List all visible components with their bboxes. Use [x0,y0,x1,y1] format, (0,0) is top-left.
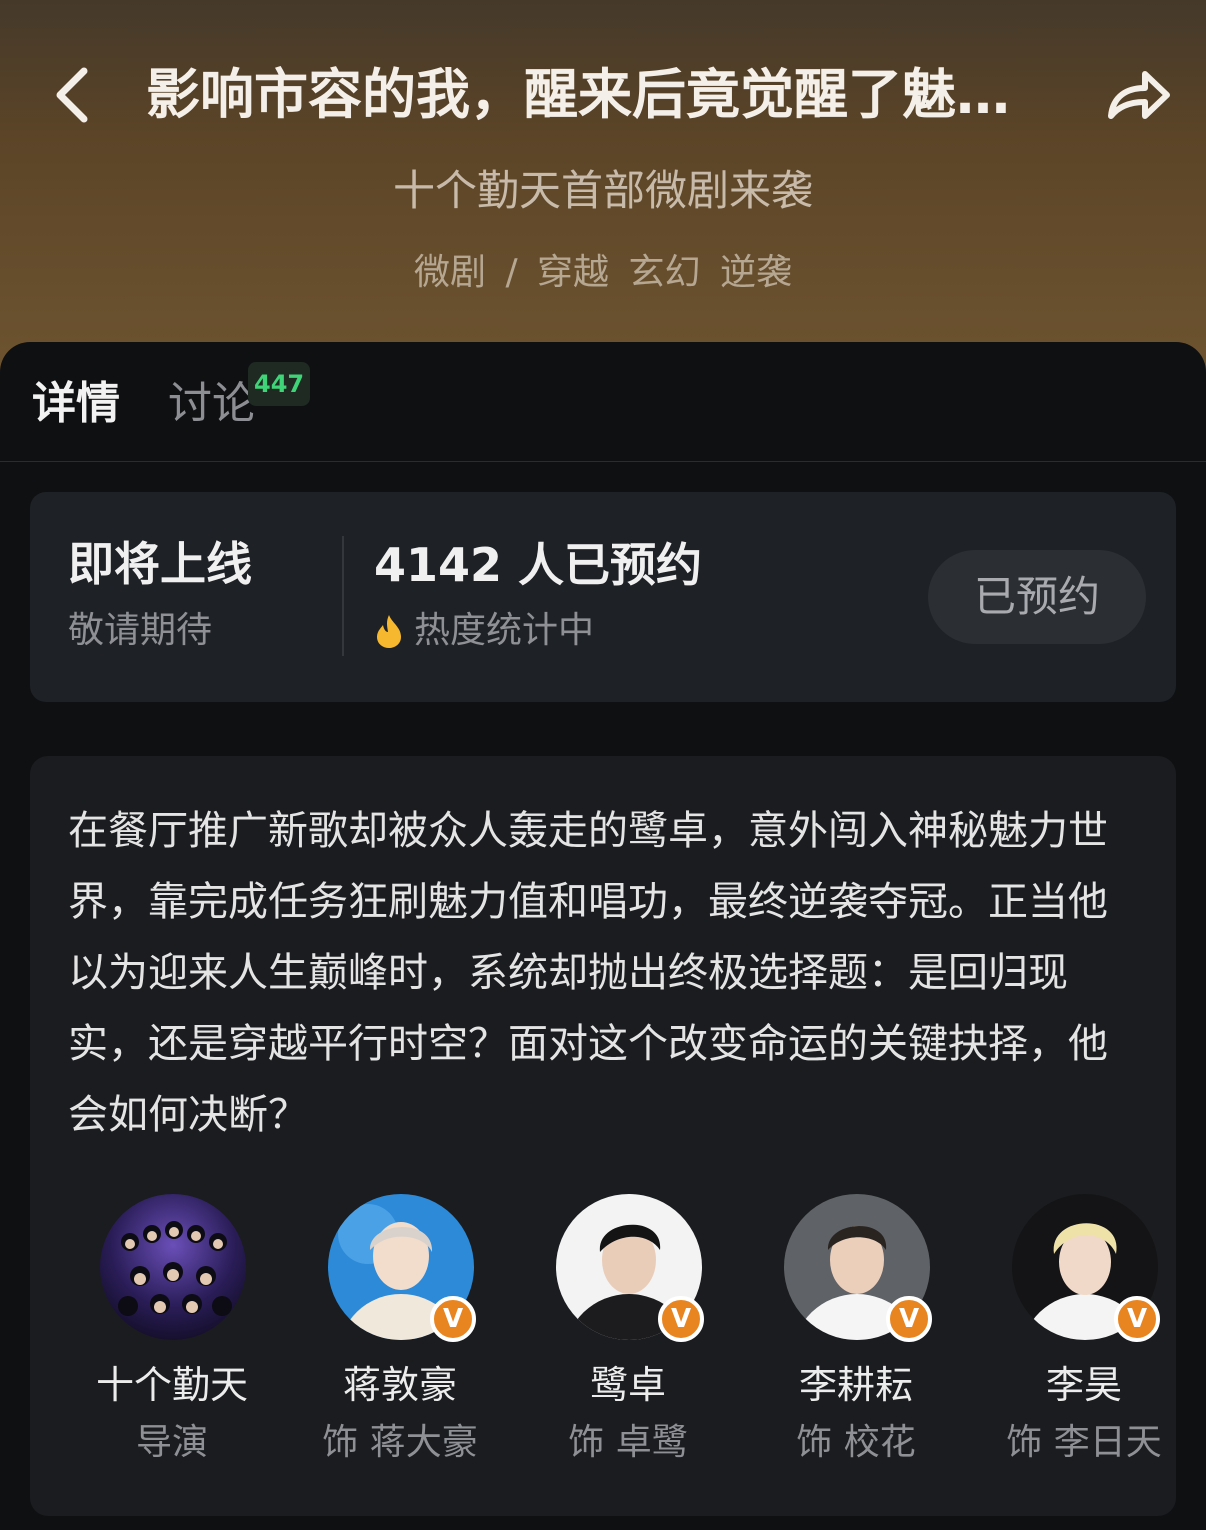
cast-item[interactable]: V 李耕耘 饰 校花 [740,1194,966,1494]
cast-name: 鹭卓 [589,1363,666,1407]
cast-item[interactable]: V 李昊 饰 李日天 [968,1194,1194,1494]
tag-genre[interactable]: 逆袭 [720,252,792,293]
tag-genre[interactable]: 穿越 [537,252,609,293]
cast-item[interactable]: V 蒋敦豪 饰 蒋大豪 [284,1194,510,1494]
share-button[interactable] [1096,58,1180,132]
cast-role: 饰 校花 [796,1422,916,1463]
avatar [100,1194,246,1340]
cast-list: 十个勤天 导演 V 蒋敦豪 饰 蒋大豪 V 鹭卓 饰 卓鹭 V 李耕耘 饰 校花… [30,1194,1176,1494]
cast-name: 李耕耘 [798,1363,913,1407]
header-banner: 影响市容的我，醒来后竟觉醒了魅… 十个勤天首部微剧来袭 微剧 / 穿越 玄幻 逆… [0,0,1206,380]
synopsis: 在餐厅推广新歌却被众人轰走的鹭卓，意外闯入神秘魅力世界，靠完成任务狂刷魅力值和唱… [68,808,1108,1138]
share-arrow-icon [1108,71,1170,119]
reserve-count: 4142 人已预约 [374,538,703,592]
cast-name: 李昊 [1045,1363,1122,1407]
description-card: 在餐厅推广新歌却被众人轰走的鹭卓，意外闯入神秘魅力世界，靠完成任务狂刷魅力值和唱… [30,756,1176,1516]
release-status-card: 即将上线 敬请期待 4142 人已预约 热度统计中 已预约 [30,492,1176,702]
reserved-button[interactable]: 已预约 [928,550,1146,644]
cast-item[interactable]: 十个勤天 导演 [56,1194,282,1494]
page-title: 影响市容的我，醒来后竟觉醒了魅… [146,63,1010,126]
cast-role: 饰 卓鹭 [568,1422,688,1463]
chevron-left-icon [56,67,88,123]
discuss-count-badge: 447 [248,362,311,406]
content-sheet: 详情 讨论 447 即将上线 敬请期待 4142 人已预约 热度统计中 已预约 … [0,342,1206,1530]
heat-status: 热度统计中 [374,606,594,656]
tag-category[interactable]: 微剧 [414,252,486,293]
cast-role: 饰 李日天 [1006,1422,1162,1463]
verified-badge-icon: V [430,1296,476,1342]
cast-name: 蒋敦豪 [342,1363,457,1407]
cast-item[interactable]: V 鹭卓 饰 卓鹭 [512,1194,738,1494]
tab-detail[interactable]: 详情 [32,372,120,436]
divider [342,536,344,656]
genre-tags: 微剧 / 穿越 玄幻 逆袭 [0,248,1206,298]
heat-text: 热度统计中 [414,610,595,651]
status-title: 即将上线 [68,537,252,591]
verified-badge-icon: V [886,1296,932,1342]
status-subtitle: 敬请期待 [68,610,213,651]
tab-bar: 详情 讨论 447 [0,342,1206,462]
tab-discuss[interactable]: 讨论 [168,372,256,436]
verified-badge-icon: V [658,1296,704,1342]
verified-badge-icon: V [1114,1296,1160,1342]
cast-role: 导演 [135,1422,208,1463]
flame-icon [377,615,401,648]
back-button[interactable] [40,58,104,132]
cast-role: 饰 蒋大豪 [322,1422,478,1463]
cast-name: 十个勤天 [95,1363,248,1407]
tag-separator: / [505,252,518,293]
tag-genre[interactable]: 玄幻 [629,252,701,293]
subtitle: 十个勤天首部微剧来袭 [392,166,813,215]
